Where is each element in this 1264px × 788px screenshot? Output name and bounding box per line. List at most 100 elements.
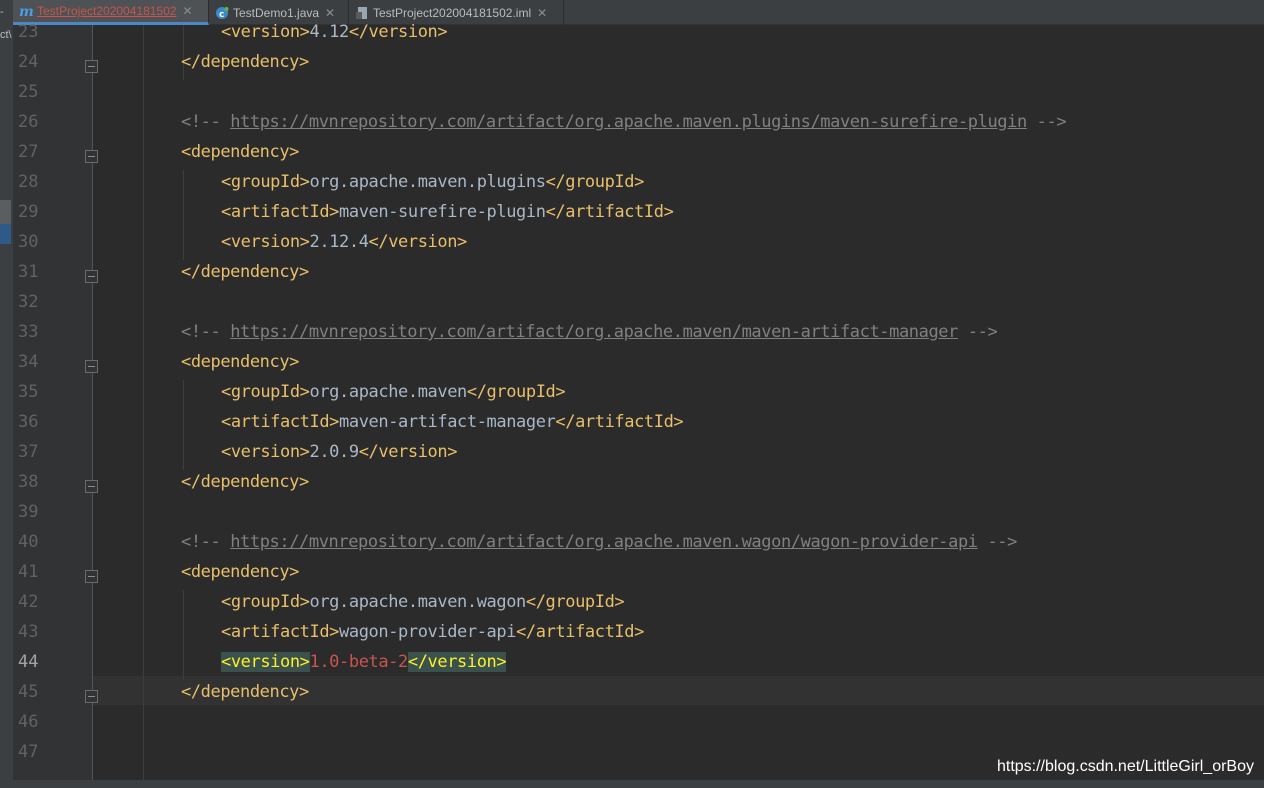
close-icon[interactable]: ✕ [325,6,335,20]
code-text: <artifactId>maven-artifact-manager</arti… [221,412,684,432]
xml-tag: <artifactId> [221,202,340,222]
java-class-icon: c [215,6,229,20]
line-number: 34 [18,352,39,372]
xml-tag: </version> [358,442,458,462]
line-number: 35 [18,382,39,402]
close-icon[interactable]: ✕ [537,6,547,20]
code-text: </dependency> [181,262,309,282]
line-number: 42 [18,592,39,612]
comment-link[interactable]: https://mvnrepository.com/artifact/org.a… [230,322,958,342]
xml-tag: <dependency> [181,562,300,582]
xml-tag: <version> [221,22,310,42]
code-text: <dependency> [181,352,299,372]
fold-marker-icon[interactable] [85,60,98,73]
xml-tag: <artifactId> [221,412,340,432]
code-text: <!-- https://mvnrepository.com/artifact/… [181,322,998,342]
comment-link[interactable]: https://mvnrepository.com/artifact/org.a… [230,112,1027,132]
tag-value: maven-artifact-manager [339,412,556,432]
code-text: <version>2.0.9</version> [221,442,457,462]
line-number: 41 [18,562,39,582]
line-number: 32 [18,292,39,312]
watermark-text: https://blog.csdn.net/LittleGirl_orBoy [996,758,1254,775]
code-text: <version>1.0-beta-2</version> [221,652,507,672]
xml-tag: </dependency> [181,682,309,702]
tab-label: TestProject202004181502.iml [373,5,532,20]
fold-marker-icon[interactable] [85,480,98,493]
fold-marker-icon[interactable] [85,270,98,283]
code-line[interactable]: 41 <dependency> [0,562,1264,592]
code-line[interactable]: 24 </dependency> [0,52,1264,82]
fold-marker-icon[interactable] [85,150,98,163]
xml-tag: </groupId> [545,172,645,192]
code-line[interactable]: 35 <groupId>org.apache.maven</groupId> [0,382,1264,412]
line-number: 27 [18,142,39,162]
line-number: 25 [18,82,39,102]
iml-file-icon [355,6,369,20]
xml-tag: </version> [407,652,507,672]
line-number: 36 [18,412,39,432]
xml-tag: </groupId> [525,592,625,612]
code-line[interactable]: 38 </dependency> [0,472,1264,502]
code-text: </dependency> [181,682,309,702]
code-line[interactable]: 43 <artifactId>wagon-provider-api</artifa… [0,622,1264,652]
xml-tag: </version> [368,232,468,252]
xml-tag: <groupId> [221,172,310,192]
code-line[interactable]: 30 <version>2.12.4</version> [0,232,1264,262]
line-number: 45 [18,682,39,702]
code-line[interactable]: 36 <artifactId>maven-artifact-manager</ar… [0,412,1264,442]
code-line[interactable]: 33 <!-- https://mvnrepository.com/artifac… [0,322,1264,352]
xml-tag: </dependency> [181,262,309,282]
code-line[interactable]: 26 <!-- https://mvnrepository.com/artifac… [0,112,1264,142]
xml-tag: </artifactId> [545,202,674,222]
line-number: 29 [18,202,39,222]
tag-value: 1.0-beta-2 [309,652,409,672]
line-number: 31 [18,262,39,282]
xml-tag: <version> [221,232,310,252]
code-line[interactable]: 46 [0,712,1264,742]
xml-tag: <version> [221,652,310,672]
fold-marker-icon[interactable] [85,360,98,373]
code-line[interactable]: 31 </dependency> [0,262,1264,292]
line-number: 30 [18,232,39,252]
code-line[interactable]: 37 <version>2.0.9</version> [0,442,1264,472]
fold-marker-icon[interactable] [85,690,98,703]
tag-value: 2.0.9 [309,442,360,462]
code-line[interactable]: 25 [0,82,1264,112]
xml-tag: <groupId> [221,382,310,402]
code-line[interactable]: 42 <groupId>org.apache.maven.wagon</group… [0,592,1264,622]
code-text: <groupId>org.apache.maven.wagon</groupId… [221,592,625,612]
code-line[interactable]: 45 </dependency> [0,682,1264,712]
code-line[interactable]: 23 <version>4.12</version> [0,22,1264,52]
code-text: <groupId>org.apache.maven.plugins</group… [221,172,644,192]
tag-value: 2.12.4 [309,232,369,252]
close-icon[interactable]: ✕ [182,4,192,18]
comment-text: --> [957,322,998,342]
line-number: 37 [18,442,39,462]
code-line[interactable]: 40 <!-- https://mvnrepository.com/artifac… [0,532,1264,562]
code-line[interactable]: 29 <artifactId>maven-surefire-plugin</art… [0,202,1264,232]
line-number: 24 [18,52,39,72]
code-text: <!-- https://mvnrepository.com/artifact/… [181,532,1017,552]
code-text: <version>4.12</version> [221,22,448,42]
xml-tag: </dependency> [181,52,309,72]
comment-text: <!-- [181,112,231,132]
xml-tag: <groupId> [221,592,310,612]
line-number: 39 [18,502,39,522]
editor-bottom-scrollbar[interactable] [0,780,1264,788]
code-text: <!-- https://mvnrepository.com/artifact/… [181,112,1067,132]
tag-value: 4.12 [309,22,350,42]
xml-tag: </artifactId> [516,622,644,642]
code-line[interactable]: 44 <version>1.0-beta-2</version> [0,652,1264,682]
fold-marker-icon[interactable] [85,570,98,583]
code-line[interactable]: 27 <dependency> [0,142,1264,172]
code-line[interactable]: 28 <groupId>org.apache.maven.plugins</gro… [0,172,1264,202]
code-line[interactable]: 32 [0,292,1264,322]
code-text: </dependency> [181,472,309,492]
code-line[interactable]: 39 [0,502,1264,532]
tag-value: org.apache.maven [309,382,468,402]
svg-text:m: m [19,4,33,18]
comment-link[interactable]: https://mvnrepository.com/artifact/org.a… [230,532,978,552]
xml-tag: <dependency> [181,142,300,162]
code-line[interactable]: 34 <dependency> [0,352,1264,382]
comment-text: <!-- [181,532,231,552]
